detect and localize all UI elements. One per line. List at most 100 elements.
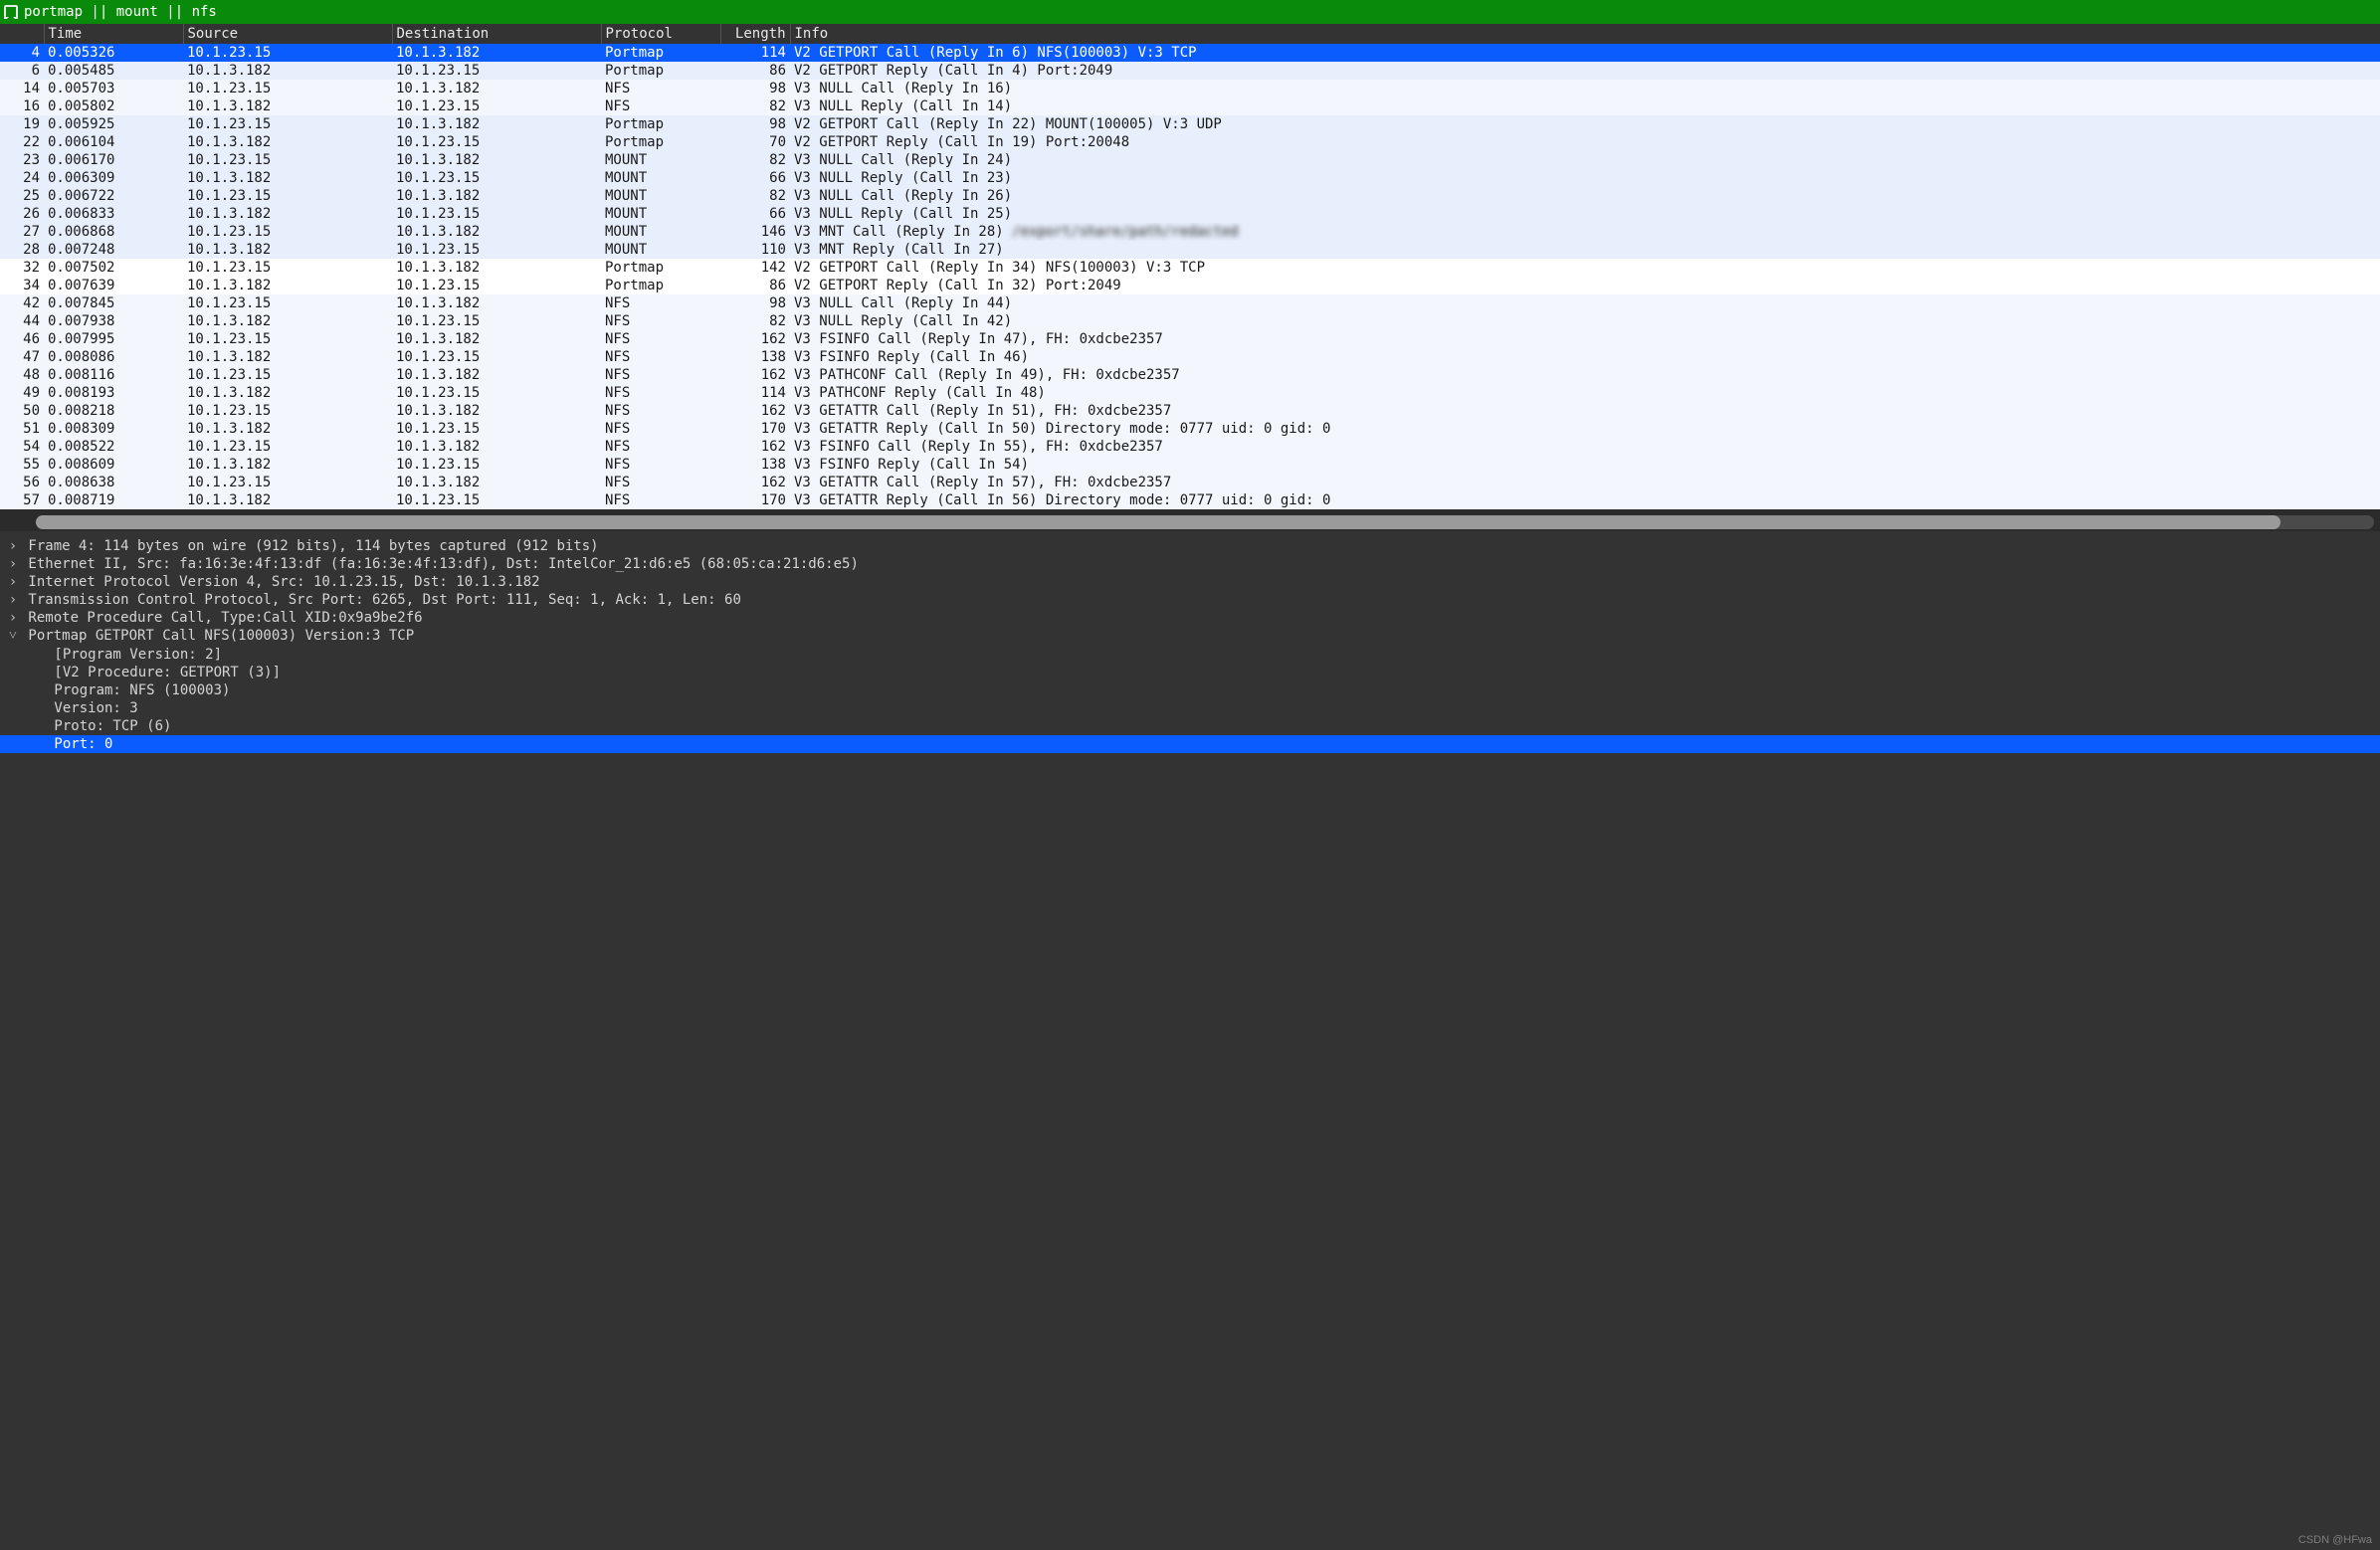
packet-cell-info: V3 MNT Reply (Call In 27) [790,241,2380,259]
packet-row[interactable]: 540.00852210.1.23.1510.1.3.182NFS162V3 F… [0,438,2380,456]
column-header-time[interactable]: Time [44,24,183,44]
details-row[interactable]: › Ethernet II, Src: fa:16:3e:4f:13:df (f… [0,555,2380,573]
packet-cell-length: 138 [720,456,790,474]
packet-cell-source: 10.1.3.182 [183,277,392,294]
packet-row[interactable]: 560.00863810.1.23.1510.1.3.182NFS162V3 G… [0,474,2380,491]
packet-cell-length: 170 [720,420,790,438]
packet-cell-source: 10.1.23.15 [183,259,392,277]
packet-cell-length: 82 [720,187,790,205]
packet-cell-length: 98 [720,80,790,97]
packet-cell-no: 25 [0,187,44,205]
packet-cell-protocol: NFS [601,294,720,312]
packet-cell-time: 0.006309 [44,169,183,187]
packet-row[interactable]: 250.00672210.1.23.1510.1.3.182MOUNT82V3 … [0,187,2380,205]
packet-cell-no: 22 [0,133,44,151]
packet-cell-destination: 10.1.3.182 [392,402,601,420]
packet-cell-source: 10.1.3.182 [183,169,392,187]
packet-row[interactable]: 490.00819310.1.3.18210.1.23.15NFS114V3 P… [0,384,2380,402]
details-row[interactable]: › Transmission Control Protocol, Src Por… [0,591,2380,609]
packet-row[interactable]: 220.00610410.1.3.18210.1.23.15Portmap70V… [0,133,2380,151]
details-row[interactable]: › Internet Protocol Version 4, Src: 10.1… [0,573,2380,591]
caret-right-icon[interactable]: › [6,538,20,554]
packet-row[interactable]: 260.00683310.1.3.18210.1.23.15MOUNT66V3 … [0,205,2380,223]
details-row[interactable]: Program: NFS (100003) [0,681,2380,699]
caret-right-icon[interactable]: › [6,610,20,626]
packet-list-pane[interactable]: Time Source Destination Protocol Length … [0,24,2380,509]
caret-right-icon[interactable]: › [6,574,20,590]
packet-row[interactable]: 550.00860910.1.3.18210.1.23.15NFS138V3 F… [0,456,2380,474]
packet-row[interactable]: 280.00724810.1.3.18210.1.23.15MOUNT110V3… [0,241,2380,259]
packet-row[interactable]: 470.00808610.1.3.18210.1.23.15NFS138V3 F… [0,348,2380,366]
packet-cell-info: V3 PATHCONF Reply (Call In 48) [790,384,2380,402]
packet-row[interactable]: 240.00630910.1.3.18210.1.23.15MOUNT66V3 … [0,169,2380,187]
details-row[interactable]: Proto: TCP (6) [0,717,2380,735]
packet-cell-length: 170 [720,491,790,509]
details-row[interactable]: › Remote Procedure Call, Type:Call XID:0… [0,609,2380,627]
horizontal-scrollbar[interactable] [36,515,2374,529]
packet-row[interactable]: 320.00750210.1.23.1510.1.3.182Portmap142… [0,259,2380,277]
packet-cell-protocol: NFS [601,366,720,384]
packet-row[interactable]: 480.00811610.1.23.1510.1.3.182NFS162V3 P… [0,366,2380,384]
packet-row[interactable]: 440.00793810.1.3.18210.1.23.15NFS82V3 NU… [0,312,2380,330]
packet-details-pane[interactable]: › Frame 4: 114 bytes on wire (912 bits),… [0,531,2380,1550]
packet-cell-source: 10.1.3.182 [183,97,392,115]
bookmark-icon[interactable] [4,5,18,19]
details-text: Proto: TCP (6) [46,718,171,734]
column-header-info[interactable]: Info [790,24,2380,44]
packet-list-scroll-area [0,509,2380,531]
caret-right-icon[interactable]: › [6,592,20,608]
display-filter-bar[interactable]: portmap || mount || nfs [0,0,2380,24]
packet-cell-time: 0.007938 [44,312,183,330]
column-header-source[interactable]: Source [183,24,392,44]
packet-cell-info: V3 GETATTR Reply (Call In 56) Directory … [790,491,2380,509]
packet-row[interactable]: 420.00784510.1.23.1510.1.3.182NFS98V3 NU… [0,294,2380,312]
packet-cell-length: 114 [720,384,790,402]
packet-cell-time: 0.007845 [44,294,183,312]
packet-cell-length: 66 [720,169,790,187]
details-row[interactable]: Version: 3 [0,699,2380,717]
packet-cell-time: 0.007248 [44,241,183,259]
packet-row[interactable]: 510.00830910.1.3.18210.1.23.15NFS170V3 G… [0,420,2380,438]
column-header-protocol[interactable]: Protocol [601,24,720,44]
display-filter-text[interactable]: portmap || mount || nfs [24,4,217,20]
column-header-no[interactable] [0,24,44,44]
packet-row[interactable]: 500.00821810.1.23.1510.1.3.182NFS162V3 G… [0,402,2380,420]
packet-row[interactable]: 160.00580210.1.3.18210.1.23.15NFS82V3 NU… [0,97,2380,115]
column-header-destination[interactable]: Destination [392,24,601,44]
packet-row[interactable]: 460.00799510.1.23.1510.1.3.182NFS162V3 F… [0,330,2380,348]
packet-cell-length: 146 [720,223,790,241]
packet-cell-info: V2 GETPORT Call (Reply In 22) MOUNT(1000… [790,115,2380,133]
packet-cell-time: 0.008719 [44,491,183,509]
caret-right-icon[interactable]: › [6,556,20,572]
packet-cell-protocol: MOUNT [601,223,720,241]
caret-down-icon[interactable]: ˅ [6,628,20,645]
packet-row[interactable]: 190.00592510.1.23.1510.1.3.182Portmap98V… [0,115,2380,133]
details-row[interactable]: [V2 Procedure: GETPORT (3)] [0,664,2380,681]
details-row[interactable]: › Frame 4: 114 bytes on wire (912 bits),… [0,537,2380,555]
packet-cell-info: V2 GETPORT Reply (Call In 4) Port:2049 [790,62,2380,80]
packet-cell-length: 110 [720,241,790,259]
packet-row[interactable]: 40.00532610.1.23.1510.1.3.182Portmap114V… [0,44,2380,62]
packet-row[interactable]: 570.00871910.1.3.18210.1.23.15NFS170V3 G… [0,491,2380,509]
packet-cell-source: 10.1.23.15 [183,44,392,62]
packet-cell-source: 10.1.23.15 [183,474,392,491]
packet-row[interactable]: 140.00570310.1.23.1510.1.3.182NFS98V3 NU… [0,80,2380,97]
packet-cell-source: 10.1.23.15 [183,223,392,241]
details-row[interactable]: ˅ Portmap GETPORT Call NFS(100003) Versi… [0,627,2380,646]
packet-cell-info: V3 NULL Call (Reply In 26) [790,187,2380,205]
horizontal-scrollbar-thumb[interactable] [36,515,2281,529]
packet-cell-protocol: NFS [601,330,720,348]
packet-cell-length: 162 [720,402,790,420]
packet-row[interactable]: 270.00686810.1.23.1510.1.3.182MOUNT146V3… [0,223,2380,241]
packet-row[interactable]: 340.00763910.1.3.18210.1.23.15Portmap86V… [0,277,2380,294]
packet-row[interactable]: 230.00617010.1.23.1510.1.3.182MOUNT82V3 … [0,151,2380,169]
details-row[interactable]: [Program Version: 2] [0,646,2380,664]
details-text: Frame 4: 114 bytes on wire (912 bits), 1… [20,538,599,554]
details-row[interactable]: Port: 0 [0,735,2380,753]
packet-cell-source: 10.1.3.182 [183,62,392,80]
packet-header-row[interactable]: Time Source Destination Protocol Length … [0,24,2380,44]
packet-cell-no: 55 [0,456,44,474]
packet-row[interactable]: 60.00548510.1.3.18210.1.23.15Portmap86V2… [0,62,2380,80]
column-header-length[interactable]: Length [720,24,790,44]
packet-cell-protocol: NFS [601,456,720,474]
